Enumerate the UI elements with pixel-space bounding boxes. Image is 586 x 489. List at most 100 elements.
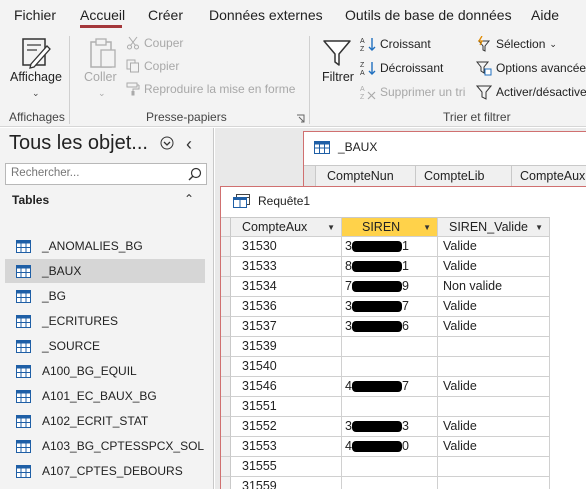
sort-ascending-button[interactable]: AZ Croissant xyxy=(360,36,431,52)
cell-siren-valide[interactable] xyxy=(438,357,550,377)
table-row[interactable]: 31534 7 9 Non valide xyxy=(221,277,586,297)
row-selector[interactable] xyxy=(221,337,231,357)
nav-search-input[interactable] xyxy=(11,167,176,179)
paste-label[interactable]: Coller xyxy=(84,70,117,84)
copy-button[interactable]: Copier xyxy=(126,59,179,73)
table-row[interactable]: 31559 xyxy=(221,477,586,489)
row-selector[interactable] xyxy=(221,277,231,297)
menu-donnees-externes[interactable]: Données externes xyxy=(209,7,323,23)
nav-item-table[interactable]: _BAUX xyxy=(5,259,205,283)
baux-column-header[interactable]: CompteAux xyxy=(520,169,585,183)
cell-siren[interactable] xyxy=(342,397,438,417)
cell-siren-valide[interactable]: Valide xyxy=(438,297,550,317)
cell-compteaux[interactable]: 31555 xyxy=(231,457,342,477)
cell-siren[interactable]: 36 xyxy=(342,317,438,337)
cell-compteaux[interactable]: 31559 xyxy=(231,477,342,489)
table-row[interactable]: 31546 4 7 Valide xyxy=(221,377,586,397)
cell-siren[interactable]: 31 xyxy=(342,237,438,257)
chevron-down-icon[interactable]: ▼ xyxy=(423,218,431,236)
row-selector[interactable] xyxy=(221,457,231,477)
cell-compteaux[interactable]: 31536 xyxy=(231,297,342,317)
cell-siren-valide[interactable]: Valide xyxy=(438,417,550,437)
nav-search-box[interactable] xyxy=(5,163,207,185)
nav-item-table[interactable]: A101_EC_BAUX_BG xyxy=(5,384,205,408)
format-painter-button[interactable]: Reproduire la mise en forme xyxy=(126,82,295,96)
table-row[interactable]: 31552 3 3 Valide xyxy=(221,417,586,437)
row-selector[interactable] xyxy=(221,257,231,277)
menu-aide[interactable]: Aide xyxy=(531,7,559,23)
cell-compteaux[interactable]: 31546 xyxy=(231,377,342,397)
nav-item-table[interactable]: A102_ECRIT_STAT xyxy=(5,409,205,433)
cell-siren-valide[interactable]: Valide xyxy=(438,237,550,257)
cell-siren[interactable] xyxy=(342,457,438,477)
cell-siren[interactable] xyxy=(342,357,438,377)
chevron-down-icon[interactable]: ⌄ xyxy=(98,88,106,99)
table-row[interactable]: 31536 3 7 Valide xyxy=(221,297,586,317)
row-selector[interactable] xyxy=(221,377,231,397)
sort-descending-button[interactable]: ZA Décroissant xyxy=(360,60,443,76)
nav-section-tables[interactable]: Tables xyxy=(12,193,49,207)
cell-compteaux[interactable]: 31530 xyxy=(231,237,342,257)
advanced-filter-button[interactable]: Options avancées xyxy=(476,60,586,76)
cell-siren-valide[interactable]: Valide xyxy=(438,377,550,397)
chevron-down-icon[interactable]: ▼ xyxy=(327,218,335,236)
query-document-tab[interactable]: Requête1 xyxy=(233,194,310,208)
cell-compteaux[interactable]: 31552 xyxy=(231,417,342,437)
table-row[interactable]: 31539 xyxy=(221,337,586,357)
cell-compteaux[interactable]: 31539 xyxy=(231,337,342,357)
paste-button[interactable] xyxy=(80,34,124,94)
cell-compteaux[interactable]: 31534 xyxy=(231,277,342,297)
row-selector[interactable] xyxy=(221,477,231,489)
cell-siren-valide[interactable]: Non valide xyxy=(438,277,550,297)
cell-siren-valide[interactable] xyxy=(438,477,550,489)
cell-siren[interactable]: 79 xyxy=(342,277,438,297)
row-selector[interactable] xyxy=(221,237,231,257)
selection-button[interactable]: Sélection ⌄ xyxy=(476,36,557,52)
row-selector[interactable] xyxy=(221,317,231,337)
baux-column-header[interactable]: CompteNun xyxy=(327,169,394,183)
query-column-header[interactable]: SIREN ▼ xyxy=(342,217,438,237)
cell-siren[interactable]: 47 xyxy=(342,377,438,397)
toggle-filter-button[interactable]: Activer/désactiver xyxy=(476,84,586,100)
circle-chevron-down-icon[interactable] xyxy=(160,136,174,150)
row-selector[interactable] xyxy=(221,417,231,437)
nav-item-table[interactable]: A103_BG_CPTESSPCX_SOLD... xyxy=(5,434,205,458)
column-divider[interactable] xyxy=(511,166,512,187)
nav-item-table[interactable]: A100_BG_EQUIL xyxy=(5,359,205,383)
search-icon[interactable] xyxy=(188,167,202,181)
cell-siren-valide[interactable] xyxy=(438,457,550,477)
table-row[interactable]: 31540 xyxy=(221,357,586,377)
dialog-launcher-icon[interactable] xyxy=(296,114,305,123)
remove-sort-button[interactable]: AZ Supprimer un tri xyxy=(360,84,465,100)
menu-outils-bdd[interactable]: Outils de base de données xyxy=(345,7,512,23)
menu-fichier[interactable]: Fichier xyxy=(14,7,56,23)
filter-label[interactable]: Filtrer xyxy=(322,70,354,84)
chevron-down-icon[interactable]: ▼ xyxy=(535,218,543,236)
nav-pane-title[interactable]: Tous les objet... xyxy=(9,132,148,155)
cell-compteaux[interactable]: 31553 xyxy=(231,437,342,457)
row-selector-header[interactable] xyxy=(221,217,231,237)
cell-compteaux[interactable]: 31533 xyxy=(231,257,342,277)
baux-column-header[interactable]: CompteLib xyxy=(424,169,484,183)
row-selector[interactable] xyxy=(221,297,231,317)
table-row[interactable]: 31537 3 6 Valide xyxy=(221,317,586,337)
cell-siren[interactable] xyxy=(342,477,438,489)
chevron-left-icon[interactable]: ‹ xyxy=(186,134,192,155)
affichage-label[interactable]: Affichage xyxy=(10,70,62,84)
column-divider[interactable] xyxy=(415,166,416,187)
menu-accueil[interactable]: Accueil xyxy=(80,7,125,23)
row-selector-header[interactable] xyxy=(304,166,316,187)
chevron-up-icon[interactable]: ⌃ xyxy=(184,192,194,206)
chevron-down-icon[interactable]: ⌄ xyxy=(32,88,40,99)
filter-button[interactable] xyxy=(318,34,358,94)
baux-document-tab[interactable]: _BAUX xyxy=(314,140,377,154)
cell-siren-valide[interactable]: Valide xyxy=(438,257,550,277)
cell-siren[interactable] xyxy=(342,337,438,357)
cell-compteaux[interactable]: 31537 xyxy=(231,317,342,337)
table-row[interactable]: 31533 8 1 Valide xyxy=(221,257,586,277)
query-column-header[interactable]: SIREN_Valide ▼ xyxy=(438,217,550,237)
cut-button[interactable]: Couper xyxy=(126,36,183,50)
cell-compteaux[interactable]: 31551 xyxy=(231,397,342,417)
table-row[interactable]: 31551 xyxy=(221,397,586,417)
nav-item-table[interactable]: _ANOMALIES_BG xyxy=(5,234,205,258)
